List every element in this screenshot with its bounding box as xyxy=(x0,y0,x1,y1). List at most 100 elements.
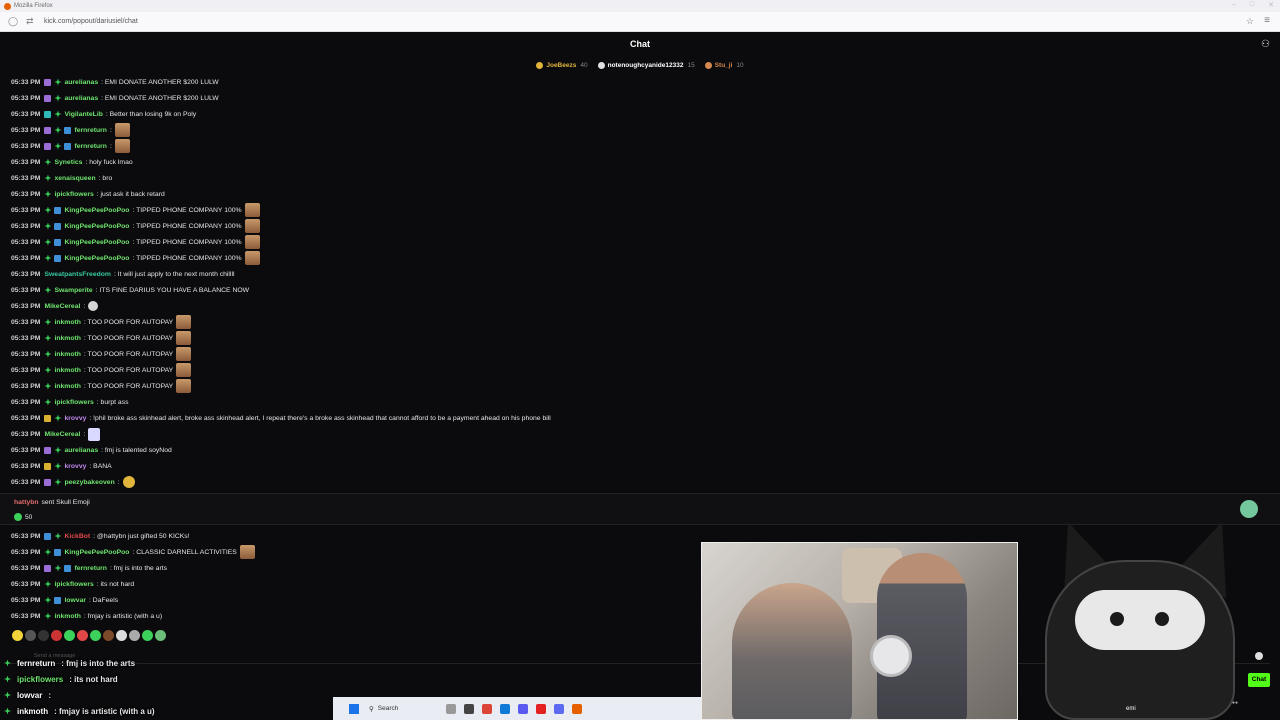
message-timestamp: 05:33 PM xyxy=(11,302,41,310)
gift-text: hattybn sent Skull Emoji xyxy=(14,499,90,506)
emoji-picker-icon[interactable] xyxy=(1255,652,1263,660)
message-username[interactable]: inkmoth xyxy=(54,383,80,390)
message-timestamp: 05:33 PM xyxy=(11,382,41,390)
gift-badge-icon xyxy=(44,286,52,294)
message-username[interactable]: aurelianas xyxy=(64,95,98,102)
emote-icon[interactable] xyxy=(77,630,88,641)
overlay-chat-line: lowvar: xyxy=(0,687,330,703)
firefox-taskbar-icon[interactable] xyxy=(572,703,583,714)
permissions-icon[interactable]: ⇄ xyxy=(26,16,36,27)
message-username[interactable]: KingPeePeePooPoo xyxy=(64,223,129,230)
url-text[interactable]: kick.com/popout/dariusiel/chat xyxy=(44,18,138,25)
message-username[interactable]: aurelianas xyxy=(64,447,98,454)
leaderboard-entry[interactable]: Stu_ji 10 xyxy=(704,61,744,69)
users-icon[interactable]: ⚇ xyxy=(1261,39,1270,50)
message-username[interactable]: MikeCereal xyxy=(44,431,80,438)
message-username[interactable]: fernreturn xyxy=(74,565,106,572)
emote-icon[interactable] xyxy=(116,630,127,641)
minimize-icon[interactable]: – xyxy=(1232,1,1236,9)
message-username[interactable]: Swamperite xyxy=(54,287,92,294)
emote-icon xyxy=(176,315,192,329)
leaderboard-user[interactable]: Stu_ji xyxy=(715,62,733,69)
message-username[interactable]: KingPeePeePooPoo xyxy=(64,207,129,214)
leaderboard-user[interactable]: notenoughcyanide12332 xyxy=(608,62,684,69)
emote-icon[interactable] xyxy=(51,630,62,641)
message-username[interactable]: ipickflowers xyxy=(54,581,93,588)
message-username[interactable]: ipickflowers xyxy=(54,399,93,406)
message-username[interactable]: xenaisqueen xyxy=(54,175,95,182)
emote-icon[interactable] xyxy=(90,630,101,641)
message-username[interactable]: VigilanteLib xyxy=(64,111,102,118)
maximize-icon[interactable]: □ xyxy=(1250,1,1254,9)
message-username[interactable]: inkmoth xyxy=(54,351,80,358)
emote-icon[interactable] xyxy=(12,630,23,641)
message-username[interactable]: fernreturn xyxy=(74,143,106,150)
bookmark-star-icon[interactable]: ☆ xyxy=(1246,16,1254,27)
leaderboard-entry[interactable]: JoeBeezs 40 xyxy=(536,61,588,69)
emote-icon[interactable] xyxy=(64,630,75,641)
medal-icon xyxy=(704,61,712,69)
message-username[interactable]: fernreturn xyxy=(74,127,106,134)
message-username[interactable]: KingPeePeePooPoo xyxy=(64,239,129,246)
message-timestamp: 05:33 PM xyxy=(11,286,41,294)
gift-user[interactable]: hattybn xyxy=(14,499,39,506)
message-username[interactable]: Synetics xyxy=(54,159,82,166)
url-bar[interactable]: ◯ ⇄ kick.com/popout/dariusiel/chat ☆ ≡ xyxy=(0,12,1280,32)
windows-start-icon[interactable] xyxy=(349,703,359,714)
emote-icon[interactable] xyxy=(155,630,166,641)
message-username[interactable]: aurelianas xyxy=(64,79,98,86)
task-view-icon[interactable] xyxy=(446,703,457,714)
chrome-icon[interactable] xyxy=(482,703,493,714)
message-username[interactable]: inkmoth xyxy=(54,335,80,342)
emote-icon[interactable] xyxy=(129,630,140,641)
emote-icon[interactable] xyxy=(142,630,153,641)
gift-badge-icon xyxy=(44,334,52,342)
emote-icon[interactable] xyxy=(38,630,49,641)
message-text: : xyxy=(83,302,86,310)
message-username[interactable]: KingPeePeePooPoo xyxy=(64,549,129,556)
gift-leaderboard: JoeBeezs 40 notenoughcyanide12332 15 Stu_ji 1… xyxy=(0,58,1280,72)
chat-message: 05:33 PM inkmoth: TOO POOR FOR AUTOPAY xyxy=(0,346,1280,362)
verified-badge-icon xyxy=(54,548,62,556)
message-username[interactable]: krovvy xyxy=(64,463,86,470)
message-text: : xyxy=(109,142,112,150)
message-username[interactable]: ipickflowers xyxy=(54,191,93,198)
message-username[interactable]: peezybakeoven xyxy=(64,479,114,486)
message-username[interactable]: krovvy xyxy=(64,415,86,422)
medal-icon xyxy=(597,61,605,69)
gift-count: 50 xyxy=(14,513,32,521)
message-username[interactable]: inkmoth xyxy=(54,367,80,374)
leaderboard-count: 10 xyxy=(736,61,744,69)
message-username[interactable]: KingPeePeePooPoo xyxy=(64,255,129,262)
message-username[interactable]: KickBot xyxy=(64,533,90,540)
message-timestamp: 05:33 PM xyxy=(11,126,41,134)
emote-icon[interactable] xyxy=(25,630,36,641)
leaderboard-user[interactable]: JoeBeezs xyxy=(546,62,576,69)
app-icon[interactable] xyxy=(554,703,565,714)
message-timestamp: 05:33 PM xyxy=(11,318,41,326)
store-icon[interactable] xyxy=(518,703,529,714)
taskbar-search[interactable]: ⚲ Search xyxy=(369,705,398,713)
emote-icon[interactable] xyxy=(103,630,114,641)
verified-badge-icon xyxy=(64,126,72,134)
chat-message: 05:33 PM inkmoth: TOO POOR FOR AUTOPAY xyxy=(0,362,1280,378)
hamburger-menu-icon[interactable]: ≡ xyxy=(1264,15,1270,26)
send-chat-button[interactable]: Chat xyxy=(1248,673,1270,687)
edge-icon[interactable] xyxy=(500,703,511,714)
message-timestamp: 05:33 PM xyxy=(11,110,41,118)
verified-badge-icon xyxy=(64,564,72,572)
message-username[interactable]: SweatpantsFreedom xyxy=(44,271,110,278)
system-tray-icon[interactable]: ●● xyxy=(1232,700,1238,706)
youtube-icon[interactable] xyxy=(536,703,547,714)
message-username[interactable]: inkmoth xyxy=(54,319,80,326)
file-explorer-icon[interactable] xyxy=(464,703,475,714)
message-username[interactable]: MikeCereal xyxy=(44,303,80,310)
leaderboard-entry[interactable]: notenoughcyanide12332 15 xyxy=(597,61,695,69)
message-username[interactable]: inkmoth xyxy=(54,613,80,620)
close-icon[interactable]: ✕ xyxy=(1268,1,1274,9)
verified-badge-icon xyxy=(54,222,62,230)
message-username[interactable]: lowvar xyxy=(64,597,86,604)
chat-message: 05:33 PM krovvy: !phil broke ass skinhead… xyxy=(0,410,1280,426)
chat-message: 05:33 PM MikeCereal: xyxy=(0,426,1280,442)
shield-icon[interactable]: ◯ xyxy=(8,16,18,27)
